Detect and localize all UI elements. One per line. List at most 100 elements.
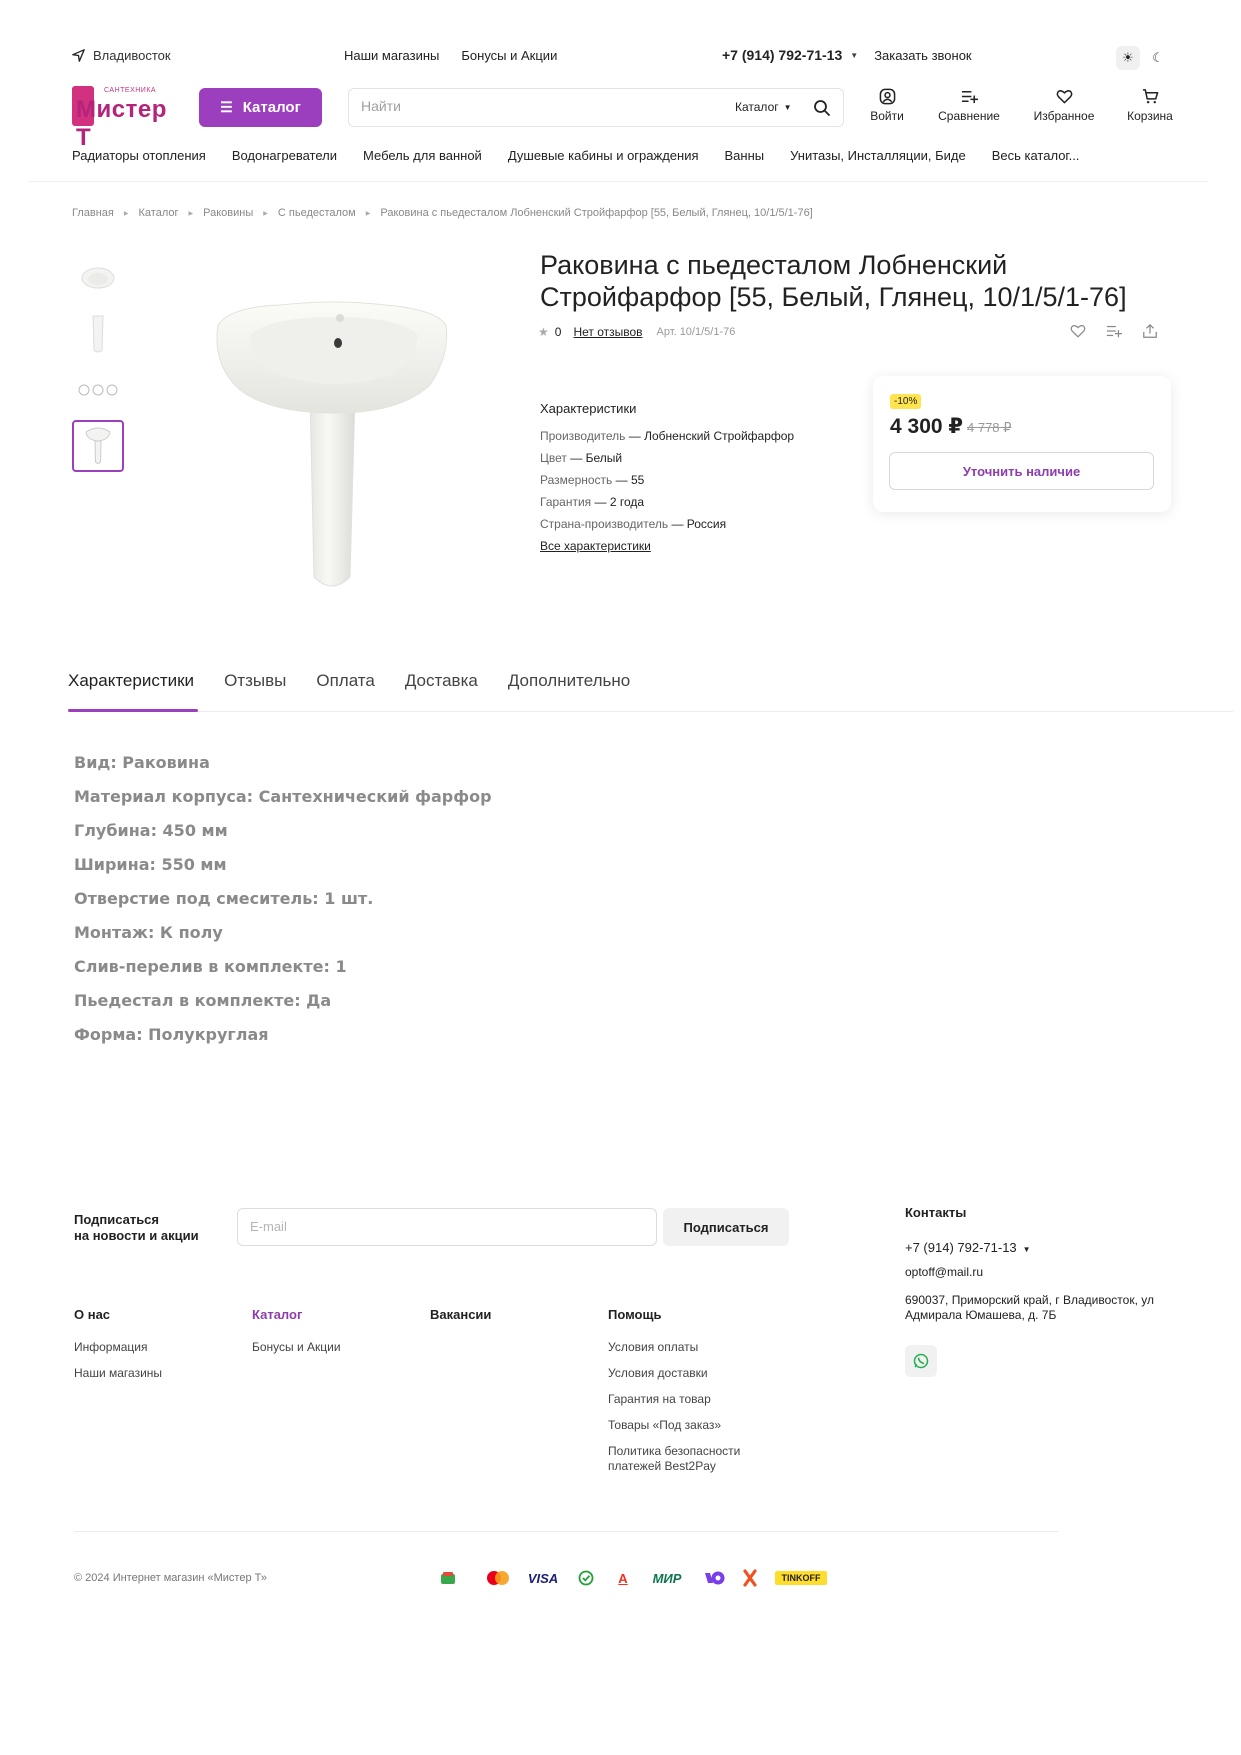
nav-item-radiators[interactable]: Радиаторы отопления [72, 148, 206, 163]
footer-link-payment-security[interactable]: Политика безопасности платежей Best2Pay [608, 1444, 768, 1474]
footer-link-info[interactable]: Информация [74, 1340, 162, 1355]
compare-button[interactable]: Сравнение [916, 88, 1022, 123]
nav-item-shower-cabins[interactable]: Душевые кабины и ограждения [508, 148, 699, 163]
spec-row: Гарантия — 2 года [540, 495, 645, 509]
nav-item-water-heaters[interactable]: Водонагреватели [232, 148, 337, 163]
spec-value: Белый [585, 451, 623, 465]
email-field[interactable] [250, 1219, 640, 1234]
rating-value: 0 [554, 325, 562, 339]
mir-icon: МИР [652, 1570, 682, 1586]
thumbnail-4-active[interactable] [72, 420, 124, 472]
contacts-phone-row: +7 (914) 792-71-13 ▼ [905, 1240, 1175, 1255]
location-arrow-icon [72, 49, 85, 62]
breadcrumb-catalog[interactable]: Каталог [139, 207, 179, 219]
search-icon[interactable] [811, 97, 833, 119]
subscribe-button[interactable]: Подписаться [663, 1208, 789, 1246]
spec-row: Страна-производитель — Россия [540, 517, 727, 531]
tab-reviews[interactable]: Отзывы [224, 671, 286, 706]
heart-icon[interactable] [1070, 323, 1086, 339]
user-icon [879, 88, 895, 105]
nav-item-bathtubs[interactable]: Ванны [725, 148, 765, 163]
article-number: Арт. 10/1/5/1-76 [656, 326, 736, 338]
list-item: Отверстие под смеситель: 1 шт. [74, 889, 374, 908]
favorites-label: Избранное [1033, 109, 1095, 123]
discount-badge: -10% [890, 394, 922, 409]
footer-link-order-goods[interactable]: Товары «Под заказ» [608, 1418, 768, 1433]
tab-delivery[interactable]: Доставка [405, 671, 478, 706]
tab-payment[interactable]: Оплата [316, 671, 374, 706]
cart-icon [1142, 89, 1158, 104]
reviews-link[interactable]: Нет отзывов [573, 325, 642, 339]
city-selector[interactable]: Владивосток [72, 48, 171, 63]
sun-icon[interactable]: ☀ [1116, 46, 1140, 70]
list-item: Слив-перелив в комплекте: 1 [74, 957, 347, 976]
specs-summary: Характеристики Производитель — Лобненски… [540, 401, 794, 553]
footer-link-bonuses[interactable]: Бонусы и Акции [252, 1340, 341, 1355]
search-scope-select[interactable]: Каталог ▼ [735, 100, 792, 114]
footer-link-warranty[interactable]: Гарантия на товар [608, 1392, 768, 1407]
chevron-down-icon[interactable]: ▼ [1023, 1245, 1031, 1254]
current-price: 4 300 ₽ [890, 415, 963, 438]
chevron-down-icon[interactable]: ▼ [850, 51, 858, 60]
favorites-button[interactable]: Избранное [1022, 88, 1106, 123]
specs-heading: Характеристики [540, 401, 637, 416]
sink-with-pedestal-image [216, 301, 448, 587]
footer-link-payment-terms[interactable]: Условия оплаты [608, 1340, 768, 1355]
moon-icon[interactable]: ☾ [1146, 46, 1170, 70]
tab-characteristics[interactable]: Характеристики [68, 671, 194, 706]
breadcrumb: Главная ▶ Каталог ▶ Раковины ▶ С пьедест… [72, 207, 813, 219]
all-specs-link[interactable]: Все характеристики [540, 539, 651, 553]
search-scope-label: Каталог [735, 100, 779, 114]
footer-column-title[interactable]: О нас [74, 1307, 162, 1322]
nav-item-toilets[interactable]: Унитазы, Инсталляции, Биде [790, 148, 966, 163]
footer-column-catalog: Каталог Бонусы и Акции [252, 1307, 341, 1366]
footer-column-title[interactable]: Вакансии [430, 1307, 491, 1322]
nav-item-bathroom-furniture[interactable]: Мебель для ванной [363, 148, 482, 163]
top-link-bonuses[interactable]: Бонусы и Акции [461, 48, 557, 63]
product-meta: ★ 0 Нет отзывов Арт. 10/1/5/1-76 [538, 325, 735, 339]
star-icon: ★ [538, 325, 549, 339]
check-availability-button[interactable]: Уточнить наличие [889, 452, 1154, 490]
catalog-button[interactable]: ☰ Каталог [199, 88, 322, 127]
thumbnail-3[interactable] [72, 364, 124, 416]
characteristics-list: Вид: Раковина Материал корпуса: Сантехни… [74, 752, 492, 1058]
phone-link[interactable]: +7 (914) 792-71-13 [722, 47, 842, 63]
subscribe-label-line-1: Подписаться [74, 1212, 160, 1227]
compare-icon[interactable] [1106, 323, 1122, 339]
list-item: Ширина: 550 мм [74, 855, 227, 874]
login-button[interactable]: Войти [858, 88, 916, 123]
contacts-phone-link[interactable]: +7 (914) 792-71-13 [905, 1240, 1017, 1255]
logo-brand-text: Мистер Т [76, 96, 167, 151]
footer-column-about: О нас Информация Наши магазины [74, 1307, 162, 1392]
top-link-stores[interactable]: Наши магазины [344, 48, 439, 63]
thumbnail-1[interactable] [72, 252, 124, 304]
footer-column-title[interactable]: Каталог [252, 1307, 341, 1322]
chevron-down-icon: ▼ [783, 102, 792, 112]
contacts-address: 690037, Приморский край, г Владивосток, … [905, 1293, 1154, 1322]
tab-additional[interactable]: Дополнительно [508, 671, 630, 706]
spec-key: Размерность [540, 473, 613, 487]
contacts-title: Контакты [905, 1205, 967, 1220]
callback-link[interactable]: Заказать звонок [874, 48, 971, 63]
breadcrumb-sinks[interactable]: Раковины [203, 207, 253, 219]
contacts-email-link[interactable]: optoff@mail.ru [905, 1265, 1175, 1279]
search-input[interactable] [361, 98, 711, 114]
visa-icon: VISA [527, 1570, 559, 1586]
footer-link-delivery-terms[interactable]: Условия доставки [608, 1366, 768, 1381]
cart-button[interactable]: Корзина [1106, 88, 1194, 123]
whatsapp-icon[interactable] [905, 1345, 937, 1377]
logo[interactable]: САНТЕХНИКА Мистер Т [72, 86, 174, 151]
product-main-image[interactable] [210, 295, 460, 595]
spec-row: Цвет — Белый [540, 451, 623, 465]
spec-value: 55 [630, 473, 645, 487]
breadcrumb-home[interactable]: Главная [72, 207, 114, 219]
sink-top-image [81, 267, 115, 289]
thumbnail-2[interactable] [72, 308, 124, 360]
breadcrumb-pedestal[interactable]: С пьедесталом [278, 207, 356, 219]
compare-icon [961, 91, 978, 104]
footer-column-title[interactable]: Помощь [608, 1307, 768, 1322]
share-icon[interactable] [1142, 323, 1158, 339]
footer-link-stores[interactable]: Наши магазины [74, 1366, 162, 1381]
spec-key: Производитель [540, 429, 626, 443]
nav-item-all-catalog[interactable]: Весь каталог... [992, 148, 1080, 163]
